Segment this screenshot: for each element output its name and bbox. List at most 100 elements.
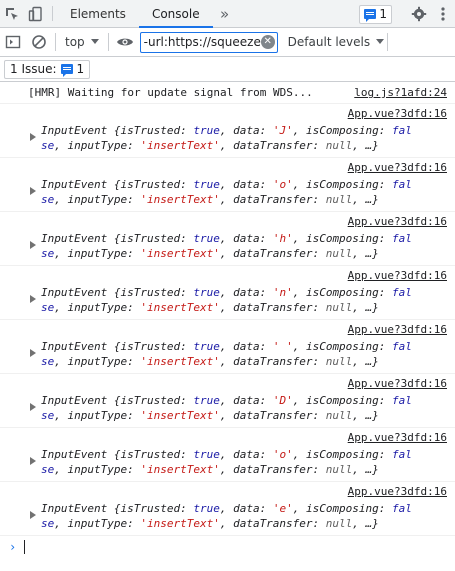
- expand-arrow-icon[interactable]: [30, 457, 36, 465]
- object-preview-line-2[interactable]: se, inputType: 'insertText', dataTransfe…: [41, 192, 447, 207]
- token: 'insertText': [140, 139, 220, 152]
- object-preview-line-1[interactable]: InputEvent {isTrusted: true, data: 'J', …: [41, 123, 447, 138]
- tab-elements[interactable]: Elements: [57, 0, 139, 27]
- message-icon: [364, 9, 377, 22]
- issues-bar: 1 Issue: 1: [0, 57, 455, 82]
- token: {isTrusted:: [113, 340, 194, 353]
- text-caret: [24, 540, 26, 554]
- issues-counter-value: 1: [379, 7, 387, 21]
- token: , dataTransfer:: [219, 463, 326, 476]
- context-selector[interactable]: top: [59, 35, 105, 49]
- device-toggle-icon[interactable]: [24, 0, 48, 27]
- token: true: [193, 502, 220, 515]
- expand-arrow-icon[interactable]: [30, 403, 36, 411]
- console-message: App.vue?3dfd:16 InputEvent {isTrusted: t…: [0, 104, 455, 158]
- source-link[interactable]: App.vue?3dfd:16: [348, 215, 447, 228]
- token: true: [193, 448, 220, 461]
- more-tabs-icon[interactable]: »: [213, 0, 237, 27]
- token: 'insertText': [140, 463, 220, 476]
- source-link[interactable]: App.vue?3dfd:16: [348, 161, 447, 174]
- token: null: [325, 409, 353, 422]
- object-preview-line-1[interactable]: InputEvent {isTrusted: true, data: 'o', …: [41, 177, 447, 192]
- object-preview-line-1[interactable]: InputEvent {isTrusted: true, data: 'o', …: [41, 447, 447, 462]
- console-message: App.vue?3dfd:16 InputEvent {isTrusted: t…: [0, 158, 455, 212]
- toolbar-divider: [55, 33, 56, 51]
- source-link[interactable]: App.vue?3dfd:16: [348, 431, 447, 444]
- token: , data:: [219, 178, 273, 191]
- token: , …}: [352, 193, 379, 206]
- token: se: [41, 247, 55, 260]
- object-preview-line-2[interactable]: se, inputType: 'insertText', dataTransfe…: [41, 246, 447, 261]
- source-link[interactable]: App.vue?3dfd:16: [348, 323, 447, 336]
- console-message: [HMR] Waiting for update signal from WDS…: [0, 82, 455, 104]
- message-icon: [60, 64, 73, 77]
- object-preview-line-2[interactable]: se, inputType: 'insertText', dataTransfe…: [41, 300, 447, 315]
- console-message: App.vue?3dfd:16 InputEvent {isTrusted: t…: [0, 266, 455, 320]
- clear-filter-icon[interactable]: ✕: [260, 35, 275, 49]
- gear-icon[interactable]: [407, 6, 431, 22]
- expand-arrow-icon[interactable]: [30, 295, 36, 303]
- object-type: InputEvent: [41, 448, 108, 461]
- object-preview-line-2[interactable]: se, inputType: 'insertText', dataTransfe…: [41, 354, 447, 369]
- expand-arrow-icon[interactable]: [30, 511, 36, 519]
- object-preview-line-2[interactable]: se, inputType: 'insertText', dataTransfe…: [41, 462, 447, 477]
- console-log: [HMR] Waiting for update signal from WDS…: [0, 82, 455, 558]
- console-prompt[interactable]: ›: [0, 536, 455, 558]
- object-preview-line-2[interactable]: se, inputType: 'insertText', dataTransfe…: [41, 516, 447, 531]
- tabbar-divider: [52, 6, 53, 21]
- expand-arrow-icon[interactable]: [30, 133, 36, 141]
- expand-arrow-icon[interactable]: [30, 349, 36, 357]
- event-data-value: 'J': [272, 124, 293, 137]
- filter-input[interactable]: -url:https://squeezer ✕: [139, 31, 278, 53]
- token: fal: [392, 286, 412, 299]
- source-link[interactable]: App.vue?3dfd:16: [348, 485, 447, 498]
- live-expression-eye-icon[interactable]: [112, 29, 138, 55]
- object-preview-line-1[interactable]: InputEvent {isTrusted: true, data: ' ', …: [41, 339, 447, 354]
- kebab-menu-icon[interactable]: [431, 6, 455, 22]
- token: , data:: [219, 232, 273, 245]
- clear-console-icon[interactable]: [26, 29, 52, 55]
- token: , data:: [219, 286, 273, 299]
- token: , data:: [219, 124, 273, 137]
- token: , dataTransfer:: [219, 517, 326, 530]
- token: , data:: [219, 394, 273, 407]
- console-toolbar: top -url:https://squeezer ✕ Default leve…: [0, 28, 455, 57]
- object-preview-line-1[interactable]: InputEvent {isTrusted: true, data: 'n', …: [41, 285, 447, 300]
- console-message: App.vue?3dfd:16 InputEvent {isTrusted: t…: [0, 428, 455, 482]
- token: true: [193, 232, 220, 245]
- source-link[interactable]: App.vue?3dfd:16: [348, 269, 447, 282]
- token: fal: [392, 502, 412, 515]
- token: null: [325, 463, 353, 476]
- token: , …}: [352, 355, 379, 368]
- prompt-chevron-icon: ›: [9, 540, 17, 554]
- tab-console[interactable]: Console: [138, 0, 213, 28]
- expand-arrow-icon[interactable]: [30, 187, 36, 195]
- object-preview-line-2[interactable]: se, inputType: 'insertText', dataTransfe…: [41, 138, 447, 153]
- source-link[interactable]: log.js?1afd:24: [354, 86, 447, 99]
- token: , data:: [219, 448, 273, 461]
- object-type: InputEvent: [41, 232, 108, 245]
- token: {isTrusted:: [113, 232, 194, 245]
- source-link[interactable]: App.vue?3dfd:16: [348, 107, 447, 120]
- token: , isComposing:: [292, 394, 393, 407]
- token: , dataTransfer:: [219, 355, 326, 368]
- inspect-icon[interactable]: [0, 0, 24, 27]
- token: fal: [392, 340, 412, 353]
- expand-arrow-icon[interactable]: [30, 241, 36, 249]
- source-link[interactable]: App.vue?3dfd:16: [348, 377, 447, 390]
- object-preview-line-1[interactable]: InputEvent {isTrusted: true, data: 'h', …: [41, 231, 447, 246]
- object-preview-line-1[interactable]: InputEvent {isTrusted: true, data: 'e', …: [41, 501, 447, 516]
- toolbar-divider: [107, 33, 109, 51]
- token: , …}: [352, 463, 379, 476]
- sidebar-toggle-icon[interactable]: [0, 29, 26, 55]
- log-levels-dropdown[interactable]: Default levels: [278, 35, 385, 49]
- issues-counter-button[interactable]: 1: [359, 4, 392, 24]
- token: fal: [392, 178, 412, 191]
- token: true: [193, 286, 220, 299]
- object-preview-line-2[interactable]: se, inputType: 'insertText', dataTransfe…: [41, 408, 447, 423]
- issues-link-button[interactable]: 1 Issue: 1: [4, 59, 91, 79]
- token: null: [325, 139, 353, 152]
- object-preview-line-1[interactable]: InputEvent {isTrusted: true, data: 'D', …: [41, 393, 447, 408]
- token: , inputType:: [54, 463, 141, 476]
- object-type: InputEvent: [41, 502, 108, 515]
